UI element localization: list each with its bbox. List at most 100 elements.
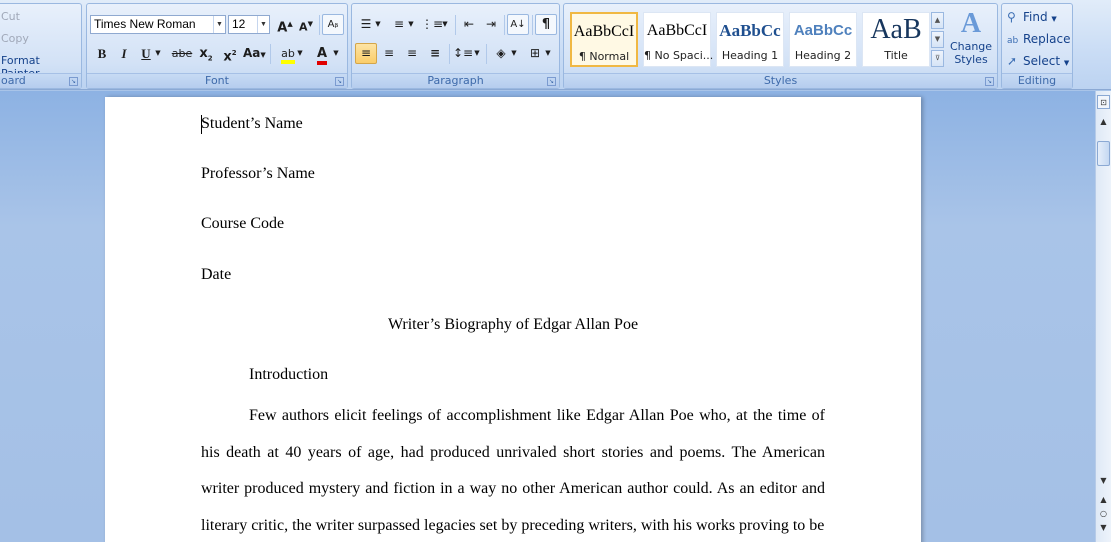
editing-group-label: Editing — [1002, 73, 1072, 88]
font-name-combo[interactable]: Times New Roman ▼ — [90, 15, 226, 34]
font-group-label: Font — [87, 73, 347, 88]
justify-icon[interactable]: ≡ — [424, 43, 446, 64]
clipboard-launcher-icon[interactable]: ↘ — [69, 77, 78, 86]
paragraph-group: ☰ ▼ ≡ ▼ ⋮≡ ▼ ⇤ ⇥ A↓ ¶ ≡ ≡ ≡ ≡ ↕≡ ▼ ◈ ▼ ⊞… — [351, 3, 560, 89]
student-name-line[interactable]: Student’s Name — [201, 115, 303, 133]
font-color-dropdown-icon[interactable]: ▼ — [331, 43, 341, 64]
decrease-indent-icon[interactable]: ⇤ — [458, 14, 480, 35]
style-title[interactable]: AaB Title — [862, 12, 930, 67]
grow-font-icon[interactable]: A▲ — [274, 14, 296, 35]
vertical-scrollbar[interactable]: ⊡ ▲ ▼ ▲ ○ ▼ — [1095, 91, 1111, 542]
strikethrough-icon[interactable]: abe — [171, 43, 193, 64]
sort-icon[interactable]: A↓ — [507, 14, 529, 35]
editing-group: ⚲ Find ▼ ab Replace ➚ Select ▼ Editing — [1001, 3, 1073, 89]
style-name: ¶ No Spaci... — [644, 49, 714, 62]
binoculars-icon: ⚲ — [1007, 10, 1016, 24]
shrink-font-icon[interactable]: A▼ — [295, 14, 317, 35]
replace-icon: ab — [1007, 36, 1019, 46]
numbering-dropdown-icon[interactable]: ▼ — [406, 14, 416, 35]
document-title[interactable]: Writer’s Biography of Edgar Allan Poe — [201, 316, 825, 334]
scroll-thumb[interactable] — [1097, 141, 1110, 166]
styles-launcher-icon[interactable]: ↘ — [985, 77, 994, 86]
select-button[interactable]: ➚ Select ▼ — [1007, 54, 1069, 68]
styles-group: AaBbCcI ¶ Normal AaBbCcI ¶ No Spaci... A… — [563, 3, 998, 89]
copy-button[interactable]: Copy — [1, 32, 29, 45]
change-styles-icon: A — [960, 8, 982, 39]
bullets-dropdown-icon[interactable]: ▼ — [373, 14, 383, 35]
body-paragraph[interactable]: Few authors elicit feelings of accomplis… — [201, 398, 825, 542]
font-launcher-icon[interactable]: ↘ — [335, 77, 344, 86]
style-no-spacing[interactable]: AaBbCcI ¶ No Spaci... — [643, 12, 714, 67]
select-label: Select — [1023, 54, 1061, 68]
style-sample: AaBbCcI — [573, 23, 635, 40]
introduction-heading[interactable]: Introduction — [249, 366, 328, 384]
paragraph-launcher-icon[interactable]: ↘ — [547, 77, 556, 86]
separator — [504, 15, 505, 35]
separator — [449, 44, 450, 64]
select-browse-object-icon[interactable]: ○ — [1097, 507, 1110, 521]
style-normal[interactable]: AaBbCcI ¶ Normal — [570, 12, 638, 67]
font-size-value: 12 — [232, 17, 246, 31]
style-name: Heading 2 — [794, 49, 852, 62]
subscript-icon[interactable]: x2 — [195, 43, 217, 64]
highlight-dropdown-icon[interactable]: ▼ — [295, 43, 305, 64]
align-right-icon[interactable]: ≡ — [401, 43, 423, 64]
style-name: Heading 1 — [721, 49, 779, 62]
bold-icon[interactable]: B — [91, 43, 113, 64]
underline-dropdown-icon[interactable]: ▼ — [153, 43, 163, 64]
superscript-icon[interactable]: x2 — [219, 43, 241, 64]
ribbon: Cut Copy Format Painter oard ↘ Times New… — [0, 0, 1111, 90]
styles-scroll-down-icon[interactable]: ▼ — [931, 31, 944, 48]
cursor-icon: ➚ — [1007, 54, 1018, 68]
document-page[interactable]: Student’s Name Professor’s Name Course C… — [105, 97, 921, 542]
next-page-icon[interactable]: ▼ — [1097, 521, 1110, 535]
find-button[interactable]: ⚲ Find ▼ — [1007, 10, 1057, 24]
style-sample: AaBbCcI — [646, 22, 708, 39]
replace-label: Replace — [1023, 32, 1071, 46]
align-center-icon[interactable]: ≡ — [378, 43, 400, 64]
styles-group-label: Styles — [564, 73, 997, 88]
font-color-icon[interactable]: A — [311, 43, 333, 65]
clear-formatting-icon[interactable]: Aᵦ — [322, 14, 344, 35]
separator — [532, 15, 533, 35]
change-case-icon[interactable]: Aa▼ — [243, 43, 266, 64]
separator — [486, 44, 487, 64]
date-line[interactable]: Date — [201, 266, 231, 284]
style-name: Title — [884, 49, 908, 62]
scroll-up-icon[interactable]: ▲ — [1097, 115, 1110, 129]
styles-more-icon[interactable]: ⊽ — [931, 50, 944, 67]
change-styles-button[interactable]: A Change Styles — [948, 8, 994, 74]
course-code-line[interactable]: Course Code — [201, 215, 284, 233]
chevron-down-icon[interactable]: ▼ — [213, 16, 225, 33]
italic-icon[interactable]: I — [113, 43, 135, 64]
find-label: Find — [1023, 10, 1048, 24]
increase-indent-icon[interactable]: ⇥ — [480, 14, 502, 35]
style-sample: AaB — [870, 14, 922, 45]
previous-page-icon[interactable]: ▲ — [1097, 493, 1110, 507]
line-spacing-dropdown-icon[interactable]: ▼ — [472, 43, 482, 64]
cut-button[interactable]: Cut — [1, 10, 20, 23]
style-sample: AaBbCc — [793, 22, 853, 39]
styles-scroll-up-icon[interactable]: ▲ — [931, 12, 944, 29]
replace-button[interactable]: ab Replace — [1007, 32, 1070, 46]
style-sample: AaBbCc — [719, 21, 781, 40]
clipboard-group: Cut Copy Format Painter oard ↘ — [0, 3, 82, 89]
professor-name-line[interactable]: Professor’s Name — [201, 165, 315, 183]
font-group: Times New Roman ▼ 12 ▼ A▲ A▼ Aᵦ B I U ▼ … — [86, 3, 348, 89]
borders-dropdown-icon[interactable]: ▼ — [543, 43, 553, 64]
change-styles-label: Change Styles — [949, 40, 993, 66]
show-formatting-icon[interactable]: ¶ — [535, 14, 557, 35]
multilevel-dropdown-icon[interactable]: ▼ — [440, 14, 450, 35]
style-heading-1[interactable]: AaBbCc Heading 1 — [716, 12, 784, 67]
font-size-combo[interactable]: 12 ▼ — [228, 15, 270, 34]
ruler-toggle-icon[interactable]: ⊡ — [1097, 95, 1110, 109]
shading-dropdown-icon[interactable]: ▼ — [509, 43, 519, 64]
style-heading-2[interactable]: AaBbCc Heading 2 — [789, 12, 857, 67]
separator — [319, 15, 320, 35]
separator — [270, 44, 271, 64]
line-spacing-icon[interactable]: ↕≡ — [452, 43, 474, 64]
align-left-icon[interactable]: ≡ — [355, 43, 377, 64]
chevron-down-icon[interactable]: ▼ — [257, 16, 269, 33]
separator — [455, 15, 456, 35]
scroll-down-icon[interactable]: ▼ — [1097, 474, 1110, 488]
